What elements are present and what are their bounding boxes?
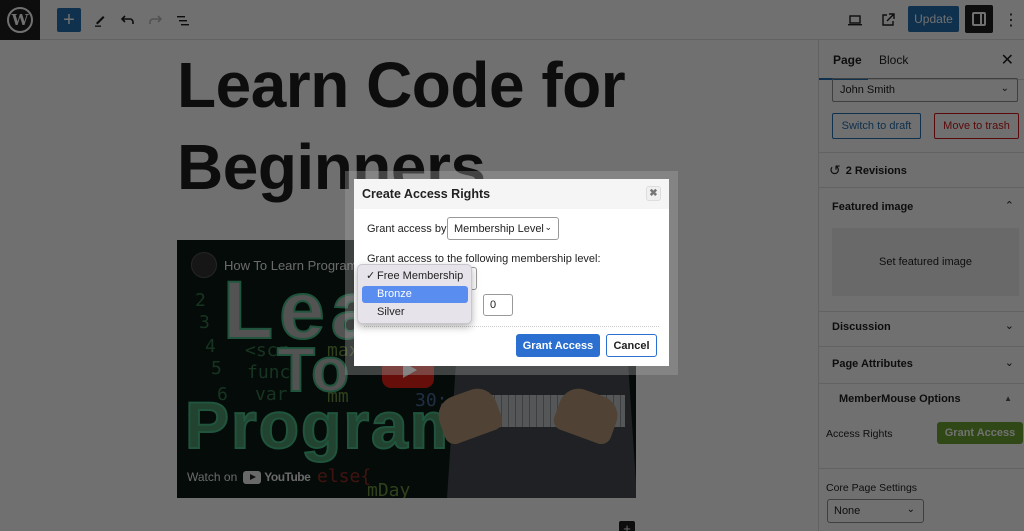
membership-level-dropdown: ✓ Free Membership Bronze Silver [357,264,472,324]
grant-access-by-label: Grant access by [367,223,447,235]
dialog-header: Create Access Rights ✖ [354,179,669,209]
cancel-button[interactable]: Cancel [606,334,657,357]
dropdown-option-bronze[interactable]: Bronze [362,286,468,303]
option-label: Silver [377,306,405,318]
checkmark-icon: ✓ [366,270,376,282]
dialog-separator [364,326,659,327]
grant-access-button[interactable]: Grant Access [516,334,600,357]
dialog-title: Create Access Rights [362,187,491,201]
option-label: Free Membership [377,270,464,282]
grant-access-by-select[interactable]: Membership Level ⌄ [447,217,559,240]
chevron-down-icon: ⌄ [544,222,552,232]
days-input[interactable]: 0 [483,294,513,316]
dropdown-option-silver[interactable]: Silver [362,304,468,321]
option-label: Bronze [377,288,412,300]
grant-access-by-value: Membership Level [454,223,544,235]
close-dialog-icon[interactable]: ✖ [646,186,661,201]
dropdown-option-free-membership[interactable]: ✓ Free Membership [362,268,468,285]
